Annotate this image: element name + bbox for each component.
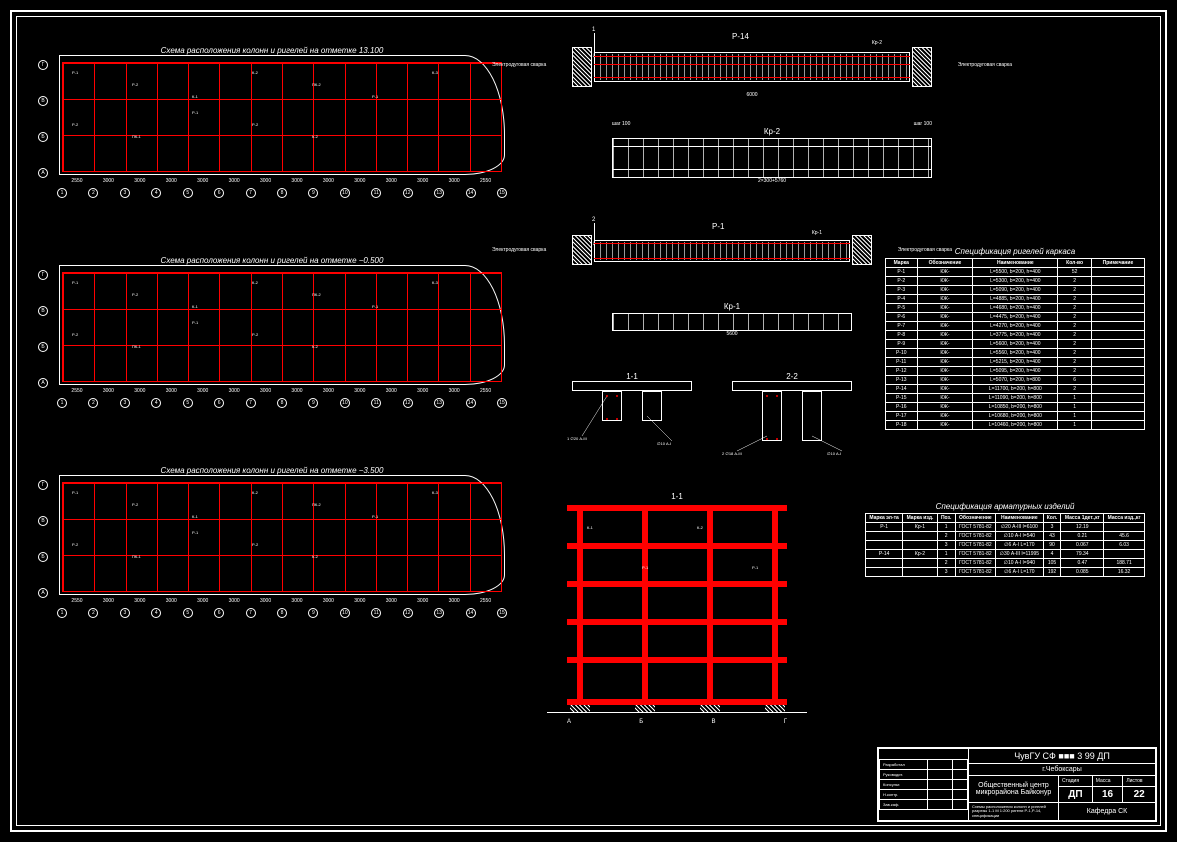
section-1-1-small: 1-1 1 ∅20 А-III ∅10 А-I	[572, 372, 692, 461]
plan-1-title: Схема расположения колонн и ригелей на о…	[32, 46, 512, 55]
plan-3-title: Схема расположения колонн и ригелей на о…	[32, 466, 512, 475]
title-block: Разработал Руководит. Консульт. Н.контр.…	[877, 747, 1157, 822]
plan-2: Схема расположения колонн и ригелей на о…	[32, 252, 512, 412]
spec1-wrap: Спецификация ригелей каркаса МаркаОбозна…	[885, 247, 1145, 430]
cage-kr1: Кр-1 5600	[612, 302, 852, 337]
plan-3: Схема расположения колонн и ригелей на о…	[32, 462, 512, 622]
beam-r14-name: Р-14	[732, 32, 749, 41]
spec2-wrap: Спецификация арматурных изделий Марка эл…	[865, 502, 1145, 577]
section-1-1-big: 1-1 К-1Р-1К-2Р-1 А Б В Г	[567, 492, 787, 725]
spec1-table: МаркаОбозначениеНаименованиеКол-воПримеч…	[885, 258, 1145, 430]
cage-kr2: Кр-2 2×300+5760 шаг 100 шаг 100	[612, 127, 932, 184]
plan-2-title: Схема расположения колонн и ригелей на о…	[32, 256, 512, 265]
beam-r1: Р-1 2↓ Кр-1 Электродуговая сварка Электр…	[572, 232, 872, 254]
beam-r14: Р-14 1↓ Кр-2 Электродуговая сварка Элект…	[572, 42, 932, 72]
drawing-sheet: Схема расположения колонн и ригелей на о…	[10, 10, 1167, 832]
plan-1: Схема расположения колонн и ригелей на о…	[32, 42, 512, 202]
section-2-2-small: 2-2 2 ∅18 А-III ∅10 А-I	[732, 372, 852, 461]
spec2-table: Марка эл-таМарка изд.Поз.ОбозначениеНаим…	[865, 513, 1145, 577]
